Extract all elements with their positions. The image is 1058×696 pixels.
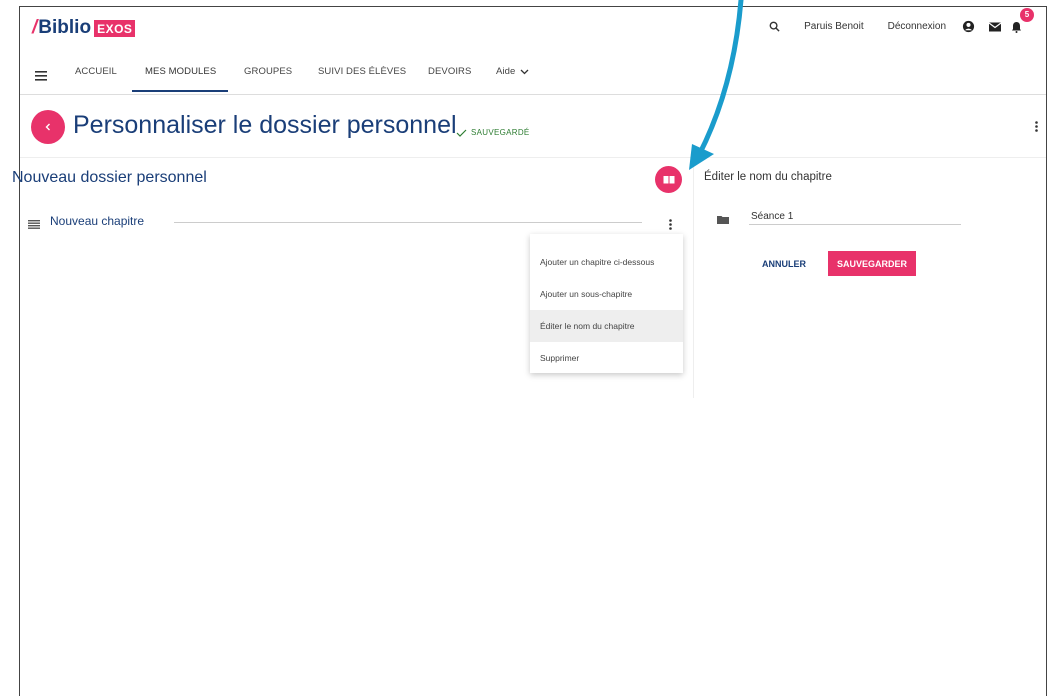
- active-tab-indicator: [132, 90, 228, 92]
- logout-link[interactable]: Déconnexion: [888, 21, 946, 32]
- main-nav: ACCUEIL MES MODULES GROUPES SUIVI DES ÉL…: [20, 58, 1046, 95]
- nav-mes-modules[interactable]: MES MODULES: [145, 66, 216, 77]
- chapter-more-icon[interactable]: [669, 217, 672, 235]
- nav-aide[interactable]: Aide: [496, 66, 529, 77]
- menu-item-edit-chapter-name[interactable]: Éditer le nom du chapitre: [530, 310, 683, 342]
- book-button[interactable]: [655, 166, 682, 193]
- menu-item-add-chapter-below[interactable]: Ajouter un chapitre ci-dessous: [530, 246, 683, 278]
- page-more-icon[interactable]: [1035, 119, 1038, 137]
- menu-item-delete[interactable]: Supprimer: [530, 342, 683, 374]
- check-icon: [456, 129, 467, 137]
- logo-badge: EXOS: [94, 19, 136, 37]
- logo-text: Biblio: [38, 17, 92, 38]
- chapter-context-menu: Ajouter un chapitre ci-dessous Ajouter u…: [530, 234, 683, 373]
- book-icon: [663, 176, 674, 184]
- folder-icon: [717, 211, 729, 229]
- app-logo[interactable]: / Biblio EXOS: [32, 17, 136, 39]
- header-actions: Paruis Benoit Déconnexion 5: [755, 7, 1034, 33]
- notifications-bell-icon[interactable]: 5: [1011, 7, 1034, 33]
- save-button[interactable]: SAUVEGARDER: [828, 251, 916, 276]
- account-icon[interactable]: [962, 20, 975, 33]
- top-bar: / Biblio EXOS Paruis Benoit Déconnexion …: [20, 7, 1046, 47]
- nav-groupes[interactable]: GROUPES: [244, 66, 292, 77]
- nav-devoirs[interactable]: DEVOIRS: [428, 66, 471, 77]
- folder-title: Nouveau dossier personnel: [12, 169, 207, 186]
- back-button[interactable]: [31, 110, 65, 144]
- menu-icon[interactable]: [35, 68, 47, 86]
- chapter-divider: [174, 222, 642, 223]
- chapter-row[interactable]: Nouveau chapitre: [28, 213, 684, 233]
- saved-status: SAUVEGARDÉ: [456, 128, 530, 137]
- user-name[interactable]: Paruis Benoit: [804, 21, 863, 32]
- page-header: Personnaliser le dossier personnel SAUVE…: [20, 95, 1046, 158]
- mail-icon[interactable]: [989, 22, 1001, 32]
- nav-suivi-eleves[interactable]: SUIVI DES ÉLÈVES: [318, 66, 406, 77]
- cancel-button[interactable]: ANNULER: [754, 252, 814, 276]
- nav-accueil[interactable]: ACCUEIL: [75, 66, 117, 77]
- edit-panel-title: Éditer le nom du chapitre: [704, 171, 832, 183]
- notification-badge: 5: [1020, 7, 1034, 22]
- chapter-label[interactable]: Nouveau chapitre: [50, 214, 144, 228]
- search-icon[interactable]: [769, 21, 780, 32]
- chevron-down-icon: [520, 69, 529, 74]
- panel-divider: [693, 166, 694, 398]
- page-title: Personnaliser le dossier personnel: [73, 111, 457, 139]
- chapter-name-input[interactable]: [749, 208, 961, 225]
- menu-item-add-subchapter[interactable]: Ajouter un sous-chapitre: [530, 278, 683, 310]
- drag-handle-icon[interactable]: [28, 216, 40, 234]
- chevron-left-icon: [45, 123, 50, 131]
